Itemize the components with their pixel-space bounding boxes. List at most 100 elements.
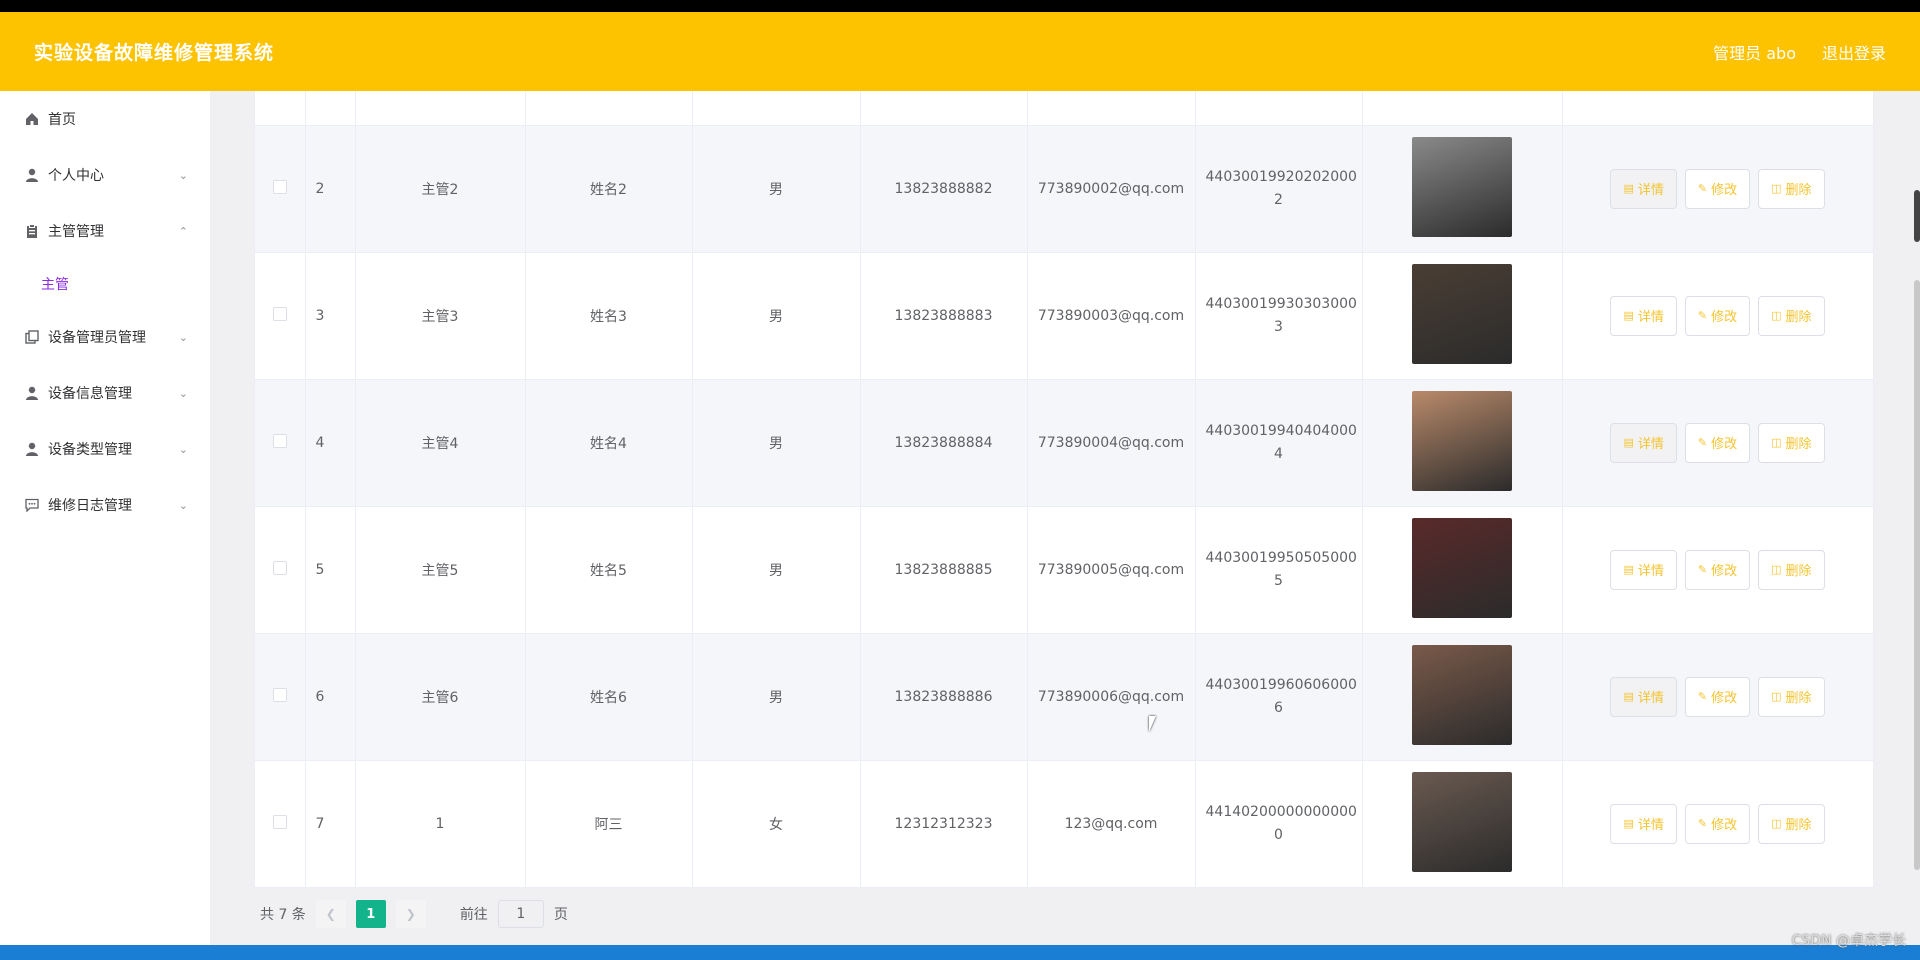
cell-avatar (1362, 125, 1563, 253)
sidebar-item-profile[interactable]: 个人中心 ⌄ (0, 147, 210, 203)
detail-label: 详情 (1637, 183, 1664, 198)
home-icon (24, 111, 40, 127)
detail-button[interactable]: ▤ 详情 (1610, 295, 1677, 336)
cell-email: 773890005@qq.com (1027, 506, 1196, 634)
delete-button[interactable]: ◫ 删除 (1758, 676, 1825, 717)
cell-idcard: 44030019930303000 3 (1195, 252, 1363, 380)
idcard-line1: 44030019940404000 (1205, 422, 1357, 439)
row-checkbox[interactable] (272, 433, 287, 448)
pager-total: 共 7 条 (260, 907, 306, 923)
row-index: 2 (305, 125, 356, 253)
detail-label: 详情 (1637, 564, 1664, 579)
row-checkbox[interactable] (272, 560, 287, 575)
cell-gender: 男 (692, 506, 861, 634)
chevron-left-icon[interactable]: ❮ (315, 900, 346, 928)
detail-button[interactable]: ▤ 详情 (1610, 803, 1677, 844)
edit-button[interactable]: ✎ 修改 (1684, 676, 1751, 717)
idcard-line2: 2 (1274, 191, 1283, 208)
avatar (1412, 263, 1512, 364)
sidebar-item-repair-log[interactable]: 维修日志管理 ⌄ (0, 477, 210, 533)
scrollbar-top-handle[interactable] (1914, 190, 1920, 242)
row-checkbox[interactable] (272, 814, 287, 829)
cell-avatar (1362, 633, 1563, 761)
scrollbar-thumb[interactable] (1914, 280, 1920, 870)
cell-name: 姓名6 (525, 633, 693, 761)
sidebar-item-device-info[interactable]: 设备信息管理 ⌄ (0, 365, 210, 421)
edit-button[interactable]: ✎ 修改 (1684, 168, 1751, 209)
sidebar-item-home[interactable]: 首页 (0, 91, 210, 147)
trash-icon: ◫ (1771, 563, 1782, 576)
detail-button[interactable]: ▤ 详情 (1610, 549, 1677, 590)
chevron-right-icon[interactable]: ❯ (395, 900, 426, 928)
cell-account: 主管5 (355, 506, 526, 634)
delete-button[interactable]: ◫ 删除 (1758, 295, 1825, 336)
row-checkbox-cell (255, 379, 306, 507)
pager-current-page[interactable]: 1 (355, 900, 386, 928)
cell-account: 1 (355, 760, 526, 888)
pencil-icon: ✎ (1697, 436, 1708, 449)
cell-email: 123@qq.com (1027, 760, 1196, 888)
header-actions: 管理员 abo 退出登录 (1713, 40, 1886, 64)
document-icon: ▤ (1623, 436, 1634, 449)
logout-link[interactable]: 退出登录 (1822, 40, 1886, 64)
sidebar-subitem-supervisor[interactable]: 主管 (0, 259, 210, 309)
pencil-icon: ✎ (1697, 817, 1708, 830)
edit-button[interactable]: ✎ 修改 (1684, 549, 1751, 590)
cell-name: 姓名5 (525, 506, 693, 634)
trash-icon: ◫ (1771, 436, 1782, 449)
document-icon: ▤ (1623, 309, 1634, 322)
table-row-partial (255, 91, 1874, 126)
chat-icon (24, 497, 40, 513)
detail-label: 详情 (1637, 691, 1664, 706)
row-checkbox-cell (255, 252, 306, 380)
trash-icon: ◫ (1771, 690, 1782, 703)
cell-idcard: 44030019950505000 5 (1195, 506, 1363, 634)
mouse-cursor-icon (1149, 716, 1163, 732)
detail-button[interactable]: ▤ 详情 (1610, 676, 1677, 717)
idcard-line2: 3 (1274, 318, 1283, 335)
document-icon: ▤ (1623, 690, 1634, 703)
delete-button[interactable]: ◫ 删除 (1758, 168, 1825, 209)
sidebar-item-label: 设备管理员管理 (48, 330, 146, 346)
pagination: 共 7 条 ❮ 1 ❯ 前往 1 页 (260, 899, 568, 929)
cell-email: 773890003@qq.com (1027, 252, 1196, 380)
delete-button[interactable]: ◫ 删除 (1758, 422, 1825, 463)
pencil-icon: ✎ (1697, 563, 1708, 576)
avatar (1412, 390, 1512, 491)
row-checkbox[interactable] (272, 306, 287, 321)
copy-icon (24, 329, 40, 345)
idcard-line1: 44030019920202000 (1205, 168, 1357, 185)
detail-button[interactable]: ▤ 详情 (1610, 422, 1677, 463)
chevron-down-icon: ⌄ (178, 498, 188, 512)
app-title: 实验设备故障维修管理系统 (34, 42, 275, 64)
pager-goto-suffix: 页 (553, 907, 568, 923)
row-index: 4 (305, 379, 356, 507)
sidebar-item-device-type[interactable]: 设备类型管理 ⌄ (0, 421, 210, 477)
sidebar-item-label: 设备类型管理 (48, 442, 132, 458)
row-checkbox[interactable] (272, 687, 287, 702)
cell-phone: 12312312323 (860, 760, 1028, 888)
sidebar-item-label: 个人中心 (48, 168, 104, 184)
admin-label[interactable]: 管理员 abo (1713, 40, 1796, 64)
edit-label: 修改 (1711, 818, 1738, 833)
edit-button[interactable]: ✎ 修改 (1684, 803, 1751, 844)
detail-button[interactable]: ▤ 详情 (1610, 168, 1677, 209)
delete-button[interactable]: ◫ 删除 (1758, 549, 1825, 590)
edit-button[interactable]: ✎ 修改 (1684, 295, 1751, 336)
cell-name: 姓名3 (525, 252, 693, 380)
edit-button[interactable]: ✎ 修改 (1684, 422, 1751, 463)
pager-goto-input[interactable]: 1 (497, 900, 544, 928)
sidebar-item-supervisor[interactable]: 主管管理 ⌃ (0, 203, 210, 259)
idcard-line1: 44030019960606000 (1205, 676, 1357, 693)
delete-button[interactable]: ◫ 删除 (1758, 803, 1825, 844)
cell-idcard: 44140200000000000 0 (1195, 760, 1363, 888)
chevron-down-icon: ⌄ (178, 386, 188, 400)
row-checkbox-cell (255, 506, 306, 634)
watermark: CSDN @卓杰学长 (1791, 933, 1906, 949)
cell-actions: ▤ 详情 ✎ 修改 ◫ 删除 (1562, 379, 1874, 507)
chevron-up-icon: ⌃ (178, 224, 188, 238)
row-checkbox-cell (255, 125, 306, 253)
row-checkbox[interactable] (272, 179, 287, 194)
sidebar-item-device-admin[interactable]: 设备管理员管理 ⌄ (0, 309, 210, 365)
row-index: 6 (305, 633, 356, 761)
